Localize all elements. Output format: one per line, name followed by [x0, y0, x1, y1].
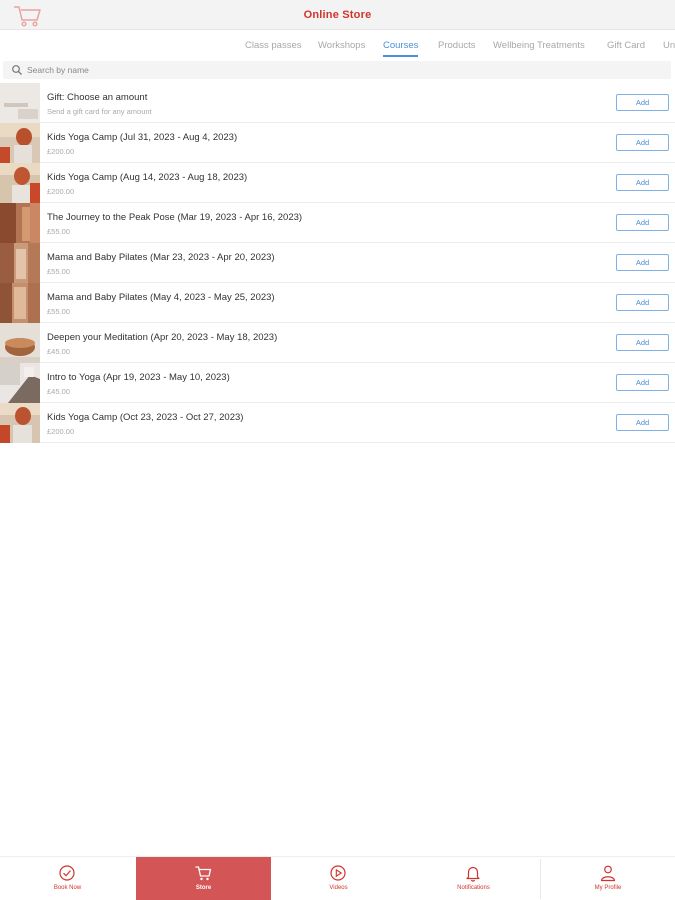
product-name: Gift: Choose an amount — [47, 92, 148, 103]
product-price: £200.00 — [47, 187, 75, 196]
product-name: Mama and Baby Pilates (May 4, 2023 - May… — [47, 292, 275, 303]
nav-notifications[interactable]: Notifications — [406, 857, 541, 900]
product-thumbnail — [0, 123, 40, 163]
list-item[interactable]: Kids Yoga Camp (Aug 14, 2023 - Aug 18, 2… — [0, 163, 675, 203]
product-name: Intro to Yoga (Apr 19, 2023 - May 10, 20… — [47, 372, 230, 383]
tab-gift-card[interactable]: Gift Card — [607, 40, 645, 55]
nav-book-now[interactable]: Book Now — [0, 857, 135, 900]
play-circle-icon — [330, 865, 346, 881]
product-thumbnail — [0, 83, 40, 123]
product-price: £55.00 — [47, 307, 70, 316]
add-button[interactable]: Add — [616, 134, 669, 151]
nav-store[interactable]: Store — [136, 857, 271, 900]
product-price: £200.00 — [47, 147, 75, 156]
search-icon — [12, 65, 22, 75]
tab-courses[interactable]: Courses — [383, 40, 419, 57]
tab-workshops[interactable]: Workshops — [318, 40, 365, 55]
list-item[interactable]: Gift: Choose an amount Send a gift card … — [0, 83, 675, 123]
product-thumbnail — [0, 363, 40, 403]
nav-label: Notifications — [457, 885, 490, 891]
product-name: Deepen your Meditation (Apr 20, 2023 - M… — [47, 332, 278, 343]
product-name: Kids Yoga Camp (Oct 23, 2023 - Oct 27, 2… — [47, 412, 244, 423]
product-price: £55.00 — [47, 267, 70, 276]
add-button[interactable]: Add — [616, 374, 669, 391]
add-button[interactable]: Add — [616, 214, 669, 231]
nav-label: Book Now — [53, 885, 82, 891]
search-bar — [3, 61, 671, 79]
bell-icon — [466, 866, 480, 882]
product-thumbnail — [0, 163, 40, 203]
app-header: Online Store — [0, 0, 675, 30]
nav-my-profile[interactable]: My Profile — [541, 857, 675, 900]
list-item[interactable]: Kids Yoga Camp (Oct 23, 2023 - Oct 27, 2… — [0, 403, 675, 443]
product-name: Kids Yoga Camp (Jul 31, 2023 - Aug 4, 20… — [47, 132, 238, 143]
category-tabs: Class passes Workshops Courses Products … — [0, 30, 675, 58]
product-thumbnail — [0, 243, 40, 283]
product-name: Kids Yoga Camp (Aug 14, 2023 - Aug 18, 2… — [47, 172, 248, 183]
product-list: Gift: Choose an amount Send a gift card … — [0, 83, 675, 443]
product-thumbnail — [0, 323, 40, 363]
product-thumbnail — [0, 403, 40, 443]
list-item[interactable]: Deepen your Meditation (Apr 20, 2023 - M… — [0, 323, 675, 363]
nav-label: Store — [195, 885, 212, 891]
search-input[interactable] — [27, 62, 627, 78]
product-subtitle: Send a gift card for any amount — [47, 107, 152, 116]
product-price: £45.00 — [47, 347, 70, 356]
page-title: Online Store — [303, 9, 372, 21]
product-price: £200.00 — [47, 427, 75, 436]
add-button[interactable]: Add — [616, 334, 669, 351]
check-circle-icon — [59, 865, 75, 881]
tab-class-passes[interactable]: Class passes — [245, 40, 302, 55]
tab-wellbeing-treatments[interactable]: Wellbeing Treatments — [493, 40, 585, 55]
person-icon — [600, 865, 616, 882]
nav-label: Videos — [329, 885, 348, 891]
add-button[interactable]: Add — [616, 294, 669, 311]
product-price: £45.00 — [47, 387, 70, 396]
product-name: The Journey to the Peak Pose (Mar 19, 20… — [47, 212, 303, 223]
list-item[interactable]: Intro to Yoga (Apr 19, 2023 - May 10, 20… — [0, 363, 675, 403]
add-button[interactable]: Add — [616, 94, 669, 111]
list-item[interactable]: Kids Yoga Camp (Jul 31, 2023 - Aug 4, 20… — [0, 123, 675, 163]
tab-overflow[interactable]: Un — [663, 40, 675, 55]
list-item[interactable]: Mama and Baby Pilates (Mar 23, 2023 - Ap… — [0, 243, 675, 283]
product-thumbnail — [0, 283, 40, 323]
add-button[interactable]: Add — [616, 174, 669, 191]
list-item[interactable]: The Journey to the Peak Pose (Mar 19, 20… — [0, 203, 675, 243]
cart-icon — [195, 866, 212, 881]
product-thumbnail — [0, 203, 40, 243]
list-item[interactable]: Mama and Baby Pilates (May 4, 2023 - May… — [0, 283, 675, 323]
product-name: Mama and Baby Pilates (Mar 23, 2023 - Ap… — [47, 252, 275, 263]
add-button[interactable]: Add — [616, 254, 669, 271]
bottom-navigation: Book Now Store Videos Notifications My P… — [0, 856, 675, 900]
add-button[interactable]: Add — [616, 414, 669, 431]
nav-label: My Profile — [594, 885, 622, 891]
product-price: £55.00 — [47, 227, 70, 236]
nav-videos[interactable]: Videos — [271, 857, 406, 900]
tab-products[interactable]: Products — [438, 40, 476, 55]
